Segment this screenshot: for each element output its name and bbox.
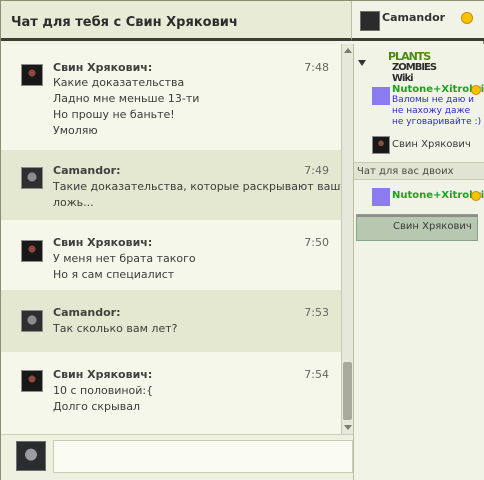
message-item: Свин Хрякович: 7:50 У меня нет брата так…	[1, 220, 341, 290]
message-text: ложь...	[53, 196, 94, 209]
private-chats-section-header: Чат для вас двоих	[354, 162, 484, 180]
message-text: Такие доказательства, которые раскрывают…	[53, 180, 341, 193]
message-item: Camandor: 7:49 Такие доказательства, кот…	[1, 150, 341, 220]
sender-name[interactable]: Свин Хрякович:	[53, 368, 152, 381]
user-avatar	[372, 87, 390, 105]
current-user-avatar	[360, 11, 380, 31]
message-item: Свин Хрякович: 7:54 10 с половиной:{ Дол…	[1, 352, 341, 434]
current-user-name: Camandor	[382, 11, 446, 24]
sender-avatar[interactable]	[21, 240, 43, 262]
private-section-label: Чат для вас двоих	[357, 166, 454, 177]
wiki-logo: PLANTS ZOMBIES Wiki	[388, 50, 454, 84]
message-time: 7:50	[304, 236, 329, 249]
my-avatar	[16, 441, 46, 471]
wiki-logo-bottom: ZOMBIES Wiki	[392, 62, 437, 84]
scroll-up-icon[interactable]	[344, 48, 352, 53]
chat-header: Чат для тебя с Свин Хрякович	[1, 1, 351, 41]
smiley-icon	[461, 12, 473, 24]
sender-name[interactable]: Camandor:	[53, 306, 120, 319]
sender-name[interactable]: Camandor:	[53, 164, 120, 177]
message-list[interactable]: Свин Хрякович: 7:48 Какие доказательства…	[1, 44, 341, 434]
scroll-thumb[interactable]	[343, 362, 352, 420]
message-text: Какие доказательства	[53, 76, 185, 89]
collapse-arrow-icon[interactable]	[358, 60, 366, 66]
message-scrollbar[interactable]	[341, 44, 353, 434]
message-input[interactable]	[53, 440, 353, 473]
message-item: Свин Хрякович: 7:48 Какие доказательства…	[1, 44, 341, 150]
message-composer	[1, 434, 353, 480]
chat-title: Чат для тебя с Свин Хрякович	[11, 15, 238, 30]
user-avatar	[372, 188, 390, 206]
user-status-message: Валомы не даю и не нахожу даже не уговар…	[392, 95, 482, 127]
user-name: Свин Хрякович	[392, 139, 471, 150]
message-time: 7:48	[304, 61, 329, 74]
user-list-item[interactable]: Nutone+Xitrokris Валомы не даю и не нахо…	[354, 84, 484, 134]
message-time: 7:54	[304, 368, 329, 381]
message-text: Но прошу не баньте!	[53, 108, 175, 121]
sender-name[interactable]: Свин Хрякович:	[53, 236, 152, 249]
user-name: Свин Хрякович	[393, 221, 472, 232]
user-avatar	[357, 215, 477, 217]
header-current-user[interactable]: Camandor	[351, 1, 484, 41]
smiley-icon	[471, 191, 481, 201]
user-list-panel: PLANTS ZOMBIES Wiki Nutone+Xitrokris Вал…	[353, 44, 484, 480]
sender-avatar[interactable]	[21, 167, 43, 189]
message-time: 7:49	[304, 164, 329, 177]
message-text: Долго скрывал	[53, 400, 140, 413]
message-item: Camandor: 7:53 Так сколько вам лет?	[1, 290, 341, 352]
sender-avatar[interactable]	[21, 64, 43, 86]
message-text: Ладно мне меньше 13-ти	[53, 92, 200, 105]
smiley-icon	[471, 85, 481, 95]
sender-avatar[interactable]	[21, 310, 43, 332]
sender-avatar[interactable]	[21, 370, 43, 392]
private-user-item[interactable]: Nutone+Xitrokris	[354, 188, 484, 210]
private-user-item-selected[interactable]: Свин Хрякович	[356, 214, 478, 241]
message-text: 10 с половиной:{	[53, 384, 154, 397]
message-text: Так сколько вам лет?	[53, 322, 178, 335]
message-text: Но я сам специалист	[53, 268, 175, 281]
message-time: 7:53	[304, 306, 329, 319]
message-text: У меня нет брата такого	[53, 252, 196, 265]
user-list-item[interactable]: Свин Хрякович	[354, 136, 484, 158]
sender-name[interactable]: Свин Хрякович:	[53, 61, 152, 74]
user-avatar	[372, 136, 390, 154]
scroll-down-icon[interactable]	[344, 425, 352, 430]
message-text: Умоляю	[53, 124, 98, 137]
private-chat-window: Чат для тебя с Свин Хрякович Camandor Св…	[0, 0, 484, 480]
